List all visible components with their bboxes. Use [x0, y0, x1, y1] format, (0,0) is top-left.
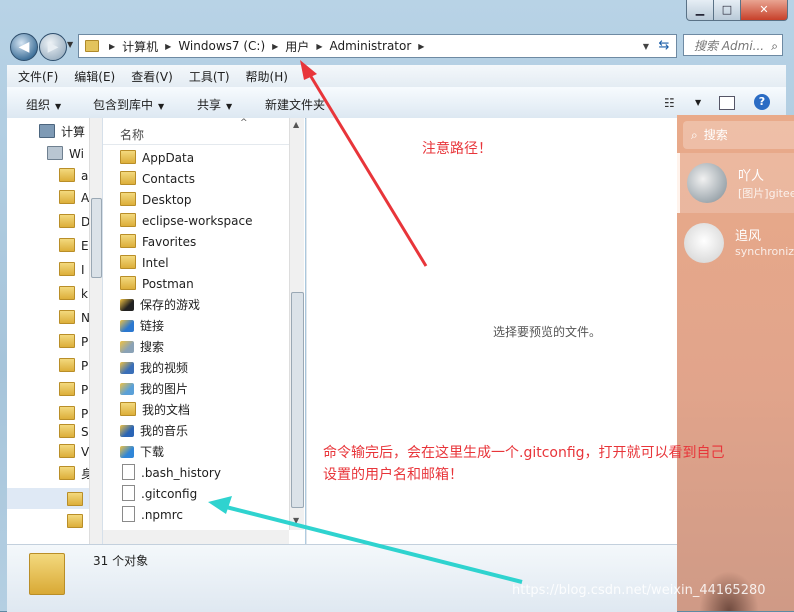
cyan-arrow — [217, 503, 523, 584]
explorer-window: ▁ □ ✕ ◀ ▶ ▼ ▶ 计算机 ▶ Windows7 (C:) ▶ 用户 ▶… — [0, 0, 794, 612]
cyan-arrowhead — [208, 496, 232, 514]
annotation-arrows — [208, 60, 523, 584]
red-arrow — [305, 69, 428, 267]
red-arrowhead — [300, 60, 317, 80]
watermark: https://blog.csdn.net/weixin_44165280 — [512, 583, 766, 598]
